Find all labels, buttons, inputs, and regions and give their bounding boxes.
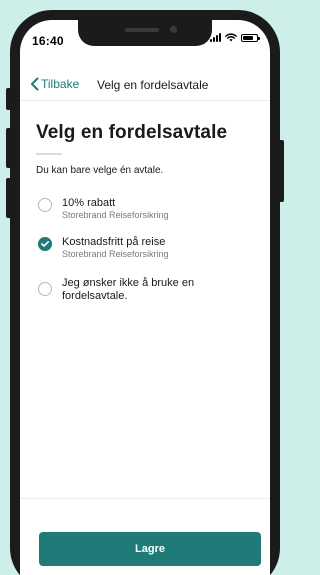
app-screen: 16:40 Tilbake Velg en fordelsavtale Velg… xyxy=(20,20,270,575)
nav-title: Velg en fordelsavtale xyxy=(97,78,209,92)
wifi-icon xyxy=(225,33,237,42)
option-kostnadsfritt-pa-reise[interactable]: Kostnadsfritt på reise Storebrand Reisef… xyxy=(38,236,258,262)
checkmark-icon xyxy=(41,241,49,247)
radio-unchecked[interactable] xyxy=(38,198,52,212)
option-ingen-fordelsavtale[interactable]: Jeg ønsker ikke å bruke en fordelsavtale… xyxy=(38,277,258,305)
signal-icon xyxy=(210,33,221,42)
status-icons xyxy=(210,33,260,42)
option-title: 10% rabatt xyxy=(62,197,116,209)
option-subtitle: Storebrand Reiseforsikring xyxy=(62,210,169,220)
option-title: Kostnadsfritt på reise xyxy=(62,236,166,248)
radio-checked[interactable] xyxy=(38,237,52,251)
footer-divider xyxy=(20,498,270,499)
chevron-left-icon xyxy=(31,77,39,91)
front-camera xyxy=(170,26,177,33)
option-10-percent-rabatt[interactable]: 10% rabatt Storebrand Reiseforsikring xyxy=(38,197,258,223)
radio-unchecked[interactable] xyxy=(38,282,52,296)
speaker xyxy=(125,28,159,32)
option-title: Jeg ønsker ikke å bruke en fordelsavtale… xyxy=(62,277,195,302)
notch xyxy=(78,20,212,46)
page-subtitle: Du kan bare velge én avtale. xyxy=(36,165,164,176)
device-stage: 16:40 Tilbake Velg en fordelsavtale Velg… xyxy=(0,0,290,575)
option-subtitle: Storebrand Reiseforsikring xyxy=(62,249,169,259)
page-title: Velg en fordelsavtale xyxy=(36,122,228,143)
title-underline xyxy=(36,153,62,155)
back-label: Tilbake xyxy=(41,77,80,91)
back-button[interactable]: Tilbake xyxy=(30,77,79,91)
save-button[interactable]: Lagre xyxy=(39,532,261,566)
status-time: 16:40 xyxy=(32,34,64,48)
navigation-bar: Tilbake Velg en fordelsavtale xyxy=(20,72,270,101)
battery-icon xyxy=(241,33,260,42)
